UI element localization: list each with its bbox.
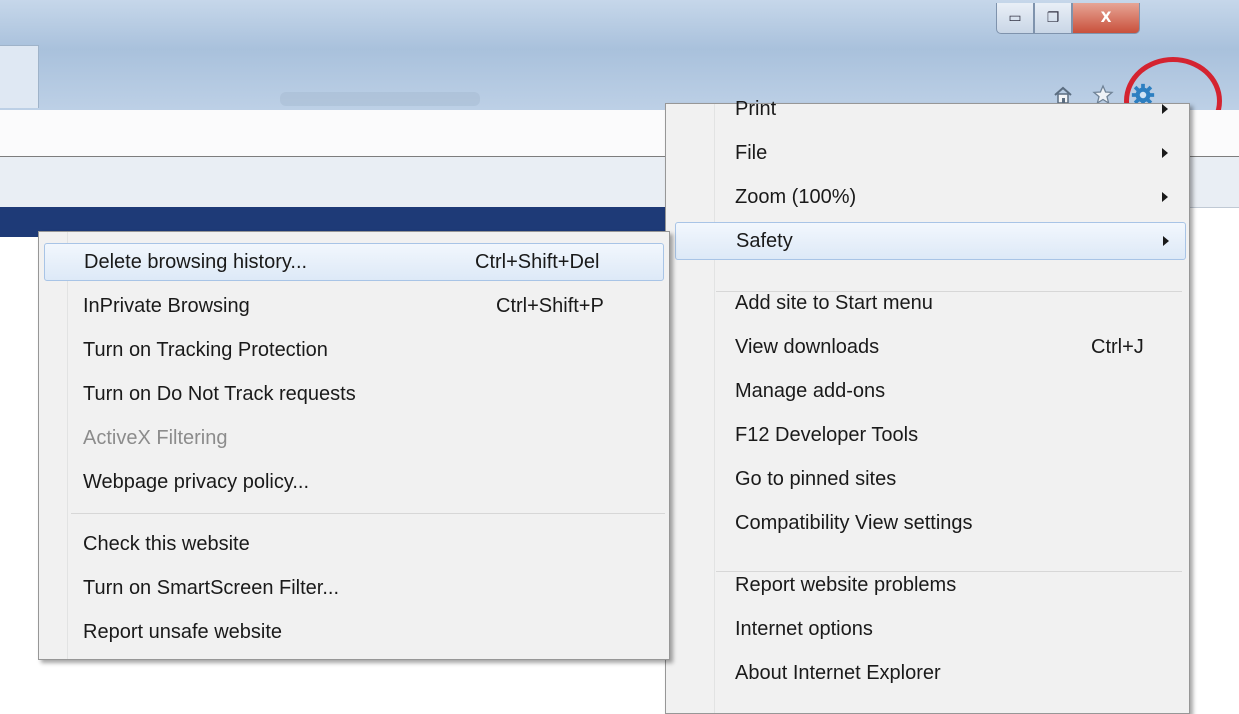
tools-menu-item-label: Go to pinned sites: [735, 467, 897, 490]
safety-menu-item-label: Turn on Do Not Track requests: [83, 382, 356, 405]
close-button[interactable]: X: [1072, 3, 1140, 34]
menu-separator: [716, 291, 1182, 292]
tools-menu-item-view-downloads[interactable]: View downloads Ctrl+J: [666, 328, 1189, 366]
tools-menu-item-manage-add-ons[interactable]: Manage add-ons: [666, 372, 1189, 410]
safety-menu-item-report-unsafe-website[interactable]: Report unsafe website: [39, 613, 669, 651]
tools-menu-item-go-to-pinned-sites[interactable]: Go to pinned sites: [666, 460, 1189, 498]
blurred-tab-text: [280, 92, 480, 106]
tools-menu-item-add-site-to-start-menu[interactable]: Add site to Start menu: [666, 284, 1189, 322]
restore-button[interactable]: ❐: [1034, 3, 1072, 34]
safety-menu-item-label: Turn on SmartScreen Filter...: [83, 576, 340, 599]
safety-menu-item-shortcut: Ctrl+Shift+P: [496, 294, 604, 317]
tools-menu-item-label: Zoom (100%): [735, 185, 857, 208]
browser-tab[interactable]: [0, 45, 39, 108]
safety-menu-item-label: Report unsafe website: [83, 620, 283, 643]
tools-menu-item-label: Internet options: [735, 617, 873, 640]
tools-menu-item-label: F12 Developer Tools: [735, 423, 919, 446]
menu-separator: [71, 513, 665, 514]
safety-menu-item-webpage-privacy-policy[interactable]: Webpage privacy policy...: [39, 463, 669, 501]
tools-menu-item-shortcut: Ctrl+J: [1091, 335, 1144, 358]
tools-menu-item-label: Add site to Start menu: [735, 291, 933, 314]
tools-menu-item-label: Compatibility View settings: [735, 511, 973, 534]
tools-menu-item-compatibility-view-settings[interactable]: Compatibility View settings: [666, 504, 1189, 542]
safety-menu-item-label: InPrivate Browsing: [83, 294, 250, 317]
safety-menu-item-shortcut: Ctrl+Shift+Del: [475, 250, 600, 273]
tools-menu-item-f12-developer-tools[interactable]: F12 Developer Tools: [666, 416, 1189, 454]
tools-menu-item-label: Safety: [736, 229, 793, 252]
window-controls: ▭ ❐ X: [996, 3, 1140, 35]
submenu-arrow-icon: [1162, 148, 1168, 158]
safety-submenu: Delete browsing history... Ctrl+Shift+Del…: [38, 231, 670, 660]
safety-menu-item-turn-on-do-not-track-requests[interactable]: Turn on Do Not Track requests: [39, 375, 669, 413]
safety-menu-item-label: Webpage privacy policy...: [83, 470, 310, 493]
safety-menu-item-label: ActiveX Filtering: [83, 426, 228, 449]
safety-menu-item-turn-on-tracking-protection[interactable]: Turn on Tracking Protection: [39, 331, 669, 369]
submenu-arrow-icon: [1162, 192, 1168, 202]
menu-separator: [716, 571, 1182, 572]
safety-menu-item-activex-filtering: ActiveX Filtering: [39, 419, 669, 457]
tools-menu: Print File Zoom (100%) Safety Add site to St…: [665, 98, 1190, 714]
tools-menu-item-about-internet-explorer[interactable]: About Internet Explorer: [666, 654, 1189, 692]
safety-menu-item-label: Check this website: [83, 532, 250, 555]
tools-menu-item-label: Print: [735, 97, 777, 120]
safety-menu-item-inprivate-browsing[interactable]: InPrivate Browsing Ctrl+Shift+P: [39, 287, 669, 325]
safety-menu-item-delete-browsing-history[interactable]: Delete browsing history... Ctrl+Shift+Del: [44, 243, 664, 281]
submenu-arrow-icon: [1162, 104, 1168, 114]
tools-menu-item-safety[interactable]: Safety: [675, 222, 1186, 260]
tools-menu-item-label: File: [735, 141, 768, 164]
safety-menu-item-label: Delete browsing history...: [84, 250, 308, 273]
tools-menu-item-print[interactable]: Print: [666, 90, 1189, 128]
tools-menu-item-internet-options[interactable]: Internet options: [666, 610, 1189, 648]
tools-menu-item-label: Manage add-ons: [735, 379, 886, 402]
minimize-button[interactable]: ▭: [996, 3, 1034, 34]
tools-menu-item-label: Report website problems: [735, 573, 957, 596]
tools-menu-item-file[interactable]: File: [666, 134, 1189, 172]
tools-menu-item-zoom-100[interactable]: Zoom (100%): [666, 178, 1189, 216]
safety-menu-item-label: Turn on Tracking Protection: [83, 338, 328, 361]
submenu-arrow-icon: [1163, 236, 1169, 246]
tools-menu-item-label: About Internet Explorer: [735, 661, 941, 684]
safety-menu-item-check-this-website[interactable]: Check this website: [39, 525, 669, 563]
tools-menu-item-label: View downloads: [735, 335, 880, 358]
safety-menu-item-turn-on-smartscreen-filter[interactable]: Turn on SmartScreen Filter...: [39, 569, 669, 607]
